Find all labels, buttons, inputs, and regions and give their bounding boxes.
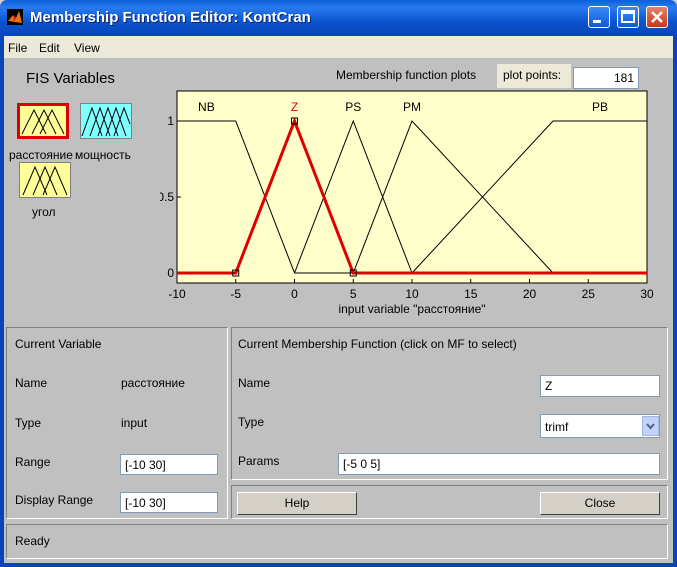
x-tick-label: 25 — [582, 287, 596, 301]
maximize-icon — [621, 10, 635, 23]
window-frame-left — [0, 36, 4, 567]
close-button[interactable]: Close — [540, 492, 660, 515]
mf-label-ps: PS — [345, 100, 361, 114]
x-tick-label: 10 — [405, 287, 419, 301]
fis-var-distance[interactable] — [17, 103, 69, 139]
plot-points-input[interactable]: 181 — [573, 67, 639, 89]
fis-var-angle-label: угол — [32, 205, 56, 219]
variable-type-label: Type — [15, 416, 42, 430]
fis-variables-heading: FIS Variables — [26, 70, 115, 87]
mf-label-nb: NB — [198, 100, 215, 114]
display-range-input[interactable]: [-10 30] — [120, 492, 218, 513]
minimize-button[interactable] — [588, 6, 610, 28]
variable-name-label: Name — [15, 376, 48, 390]
x-tick-label: 20 — [523, 287, 537, 301]
close-window-button[interactable] — [646, 6, 668, 28]
y-tick-label: 0 — [167, 266, 174, 280]
mf-label-z: Z — [291, 100, 298, 114]
window-frame-right — [673, 36, 677, 567]
window-frame-bottom — [0, 563, 677, 567]
matlab-app-icon — [7, 9, 23, 25]
mf-type-label: Type — [238, 415, 265, 429]
x-tick-label: -10 — [168, 287, 186, 301]
range-input[interactable]: [-10 30] — [120, 454, 218, 475]
mf-thumbnail-icon — [20, 163, 70, 197]
window-title: Membership Function Editor: KontCran — [30, 9, 311, 26]
y-tick-label: 0.5 — [160, 190, 174, 204]
display-range-label: Display Range — [15, 493, 94, 507]
mf-thumbnail-icon — [20, 106, 66, 136]
menu-bar — [0, 36, 677, 58]
x-tick-label: -5 — [230, 287, 241, 301]
membership-function-plot[interactable]: -10 -5 0 5 10 15 20 25 30 0 0.5 1 input variable "ра… — [160, 88, 660, 330]
x-tick-label: 5 — [350, 287, 357, 301]
plot-area — [176, 90, 648, 284]
status-text: Ready — [15, 534, 50, 548]
y-tick-label: 1 — [167, 114, 174, 128]
fis-var-angle[interactable] — [19, 162, 71, 198]
current-variable-heading: Current Variable — [15, 337, 102, 351]
fis-var-power-label: мощность — [75, 148, 131, 162]
menu-edit[interactable]: Edit — [39, 41, 60, 55]
x-tick-label: 0 — [291, 287, 298, 301]
maximize-button[interactable] — [617, 6, 639, 28]
mf-type-value: trimf — [545, 420, 569, 434]
plot-points-label: plot points: — [503, 68, 562, 82]
status-panel — [6, 524, 668, 559]
params-input[interactable]: [-5 0 5] — [338, 453, 660, 475]
mf-type-dropdown-button[interactable] — [642, 416, 659, 436]
params-label: Params — [238, 454, 280, 468]
range-label: Range — [15, 455, 51, 469]
chevron-down-icon — [646, 423, 655, 430]
plot-heading: Membership function plots — [336, 68, 477, 82]
close-icon — [651, 11, 663, 23]
x-tick-label: 30 — [640, 287, 654, 301]
fis-var-power[interactable] — [80, 103, 132, 139]
current-mf-heading: Current Membership Function (click on MF… — [238, 337, 517, 351]
mf-label-pb: PB — [592, 100, 608, 114]
mf-label-pm: PM — [403, 100, 421, 114]
menu-file[interactable]: File — [8, 41, 27, 55]
menu-view[interactable]: View — [74, 41, 100, 55]
mf-thumbnail-icon — [81, 104, 131, 138]
help-button[interactable]: Help — [237, 492, 357, 515]
variable-name-value: расстояние — [121, 376, 185, 390]
x-axis-label: input variable "расстояние" — [338, 302, 485, 316]
mf-name-input[interactable]: Z — [540, 375, 660, 397]
mf-name-label: Name — [238, 376, 271, 390]
minimize-icon — [593, 20, 601, 23]
x-tick-label: 15 — [464, 287, 478, 301]
fis-var-distance-label: расстояние — [9, 148, 73, 162]
variable-type-value: input — [121, 416, 148, 430]
